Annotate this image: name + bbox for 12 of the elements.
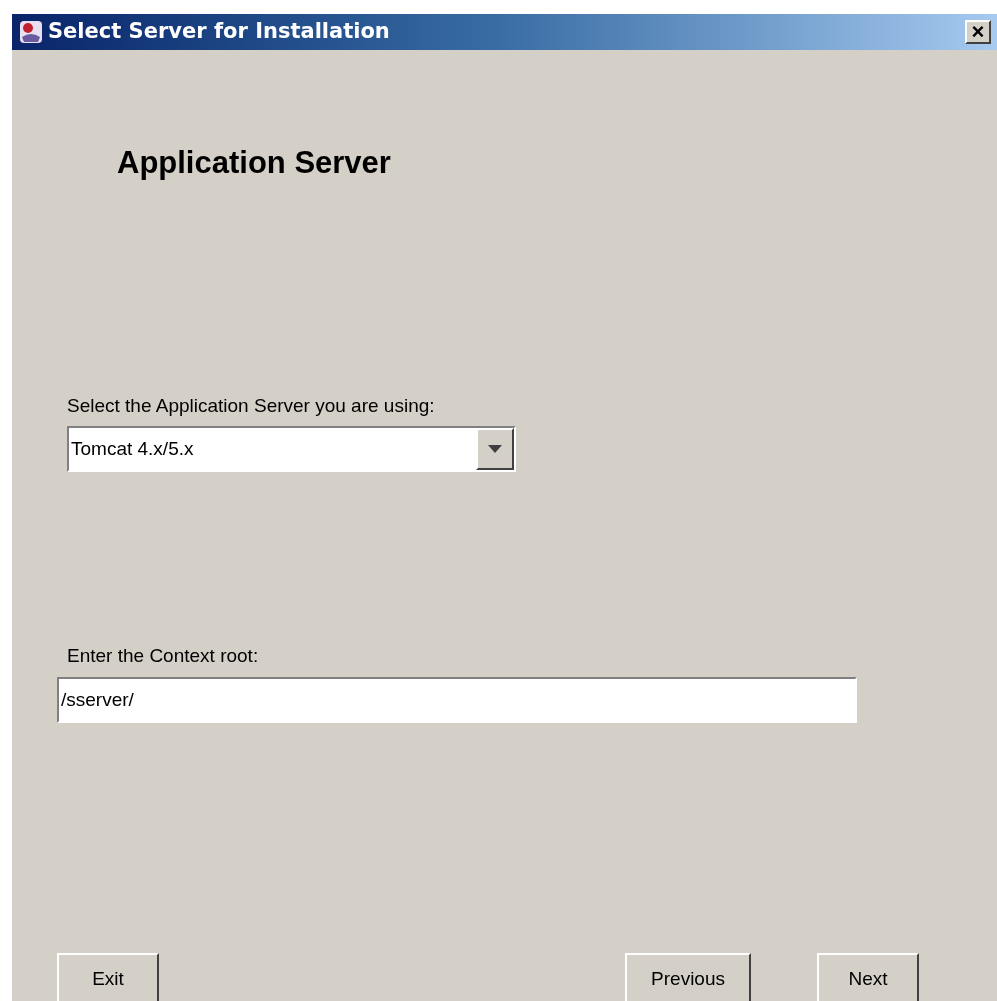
nav-button[interactable]: Next bbox=[817, 953, 919, 1001]
nav-button[interactable]: Exit bbox=[57, 953, 159, 1001]
app-icon bbox=[18, 19, 44, 45]
close-button[interactable]: × bbox=[965, 20, 991, 44]
field-label: Select the Application Server you are using: bbox=[67, 393, 436, 418]
server-dropdown[interactable]: Tomcat 4.x/5.x bbox=[67, 426, 516, 472]
field-label: Enter the Context root: bbox=[67, 644, 260, 668]
nav-button[interactable]: Previous bbox=[625, 953, 751, 1001]
section-heading: Application Server bbox=[117, 144, 392, 182]
dropdown-arrow-icon bbox=[488, 445, 502, 453]
window-title: Select Server for Installation bbox=[48, 18, 390, 46]
context-root-input[interactable]: /sserver/ bbox=[57, 676, 857, 723]
